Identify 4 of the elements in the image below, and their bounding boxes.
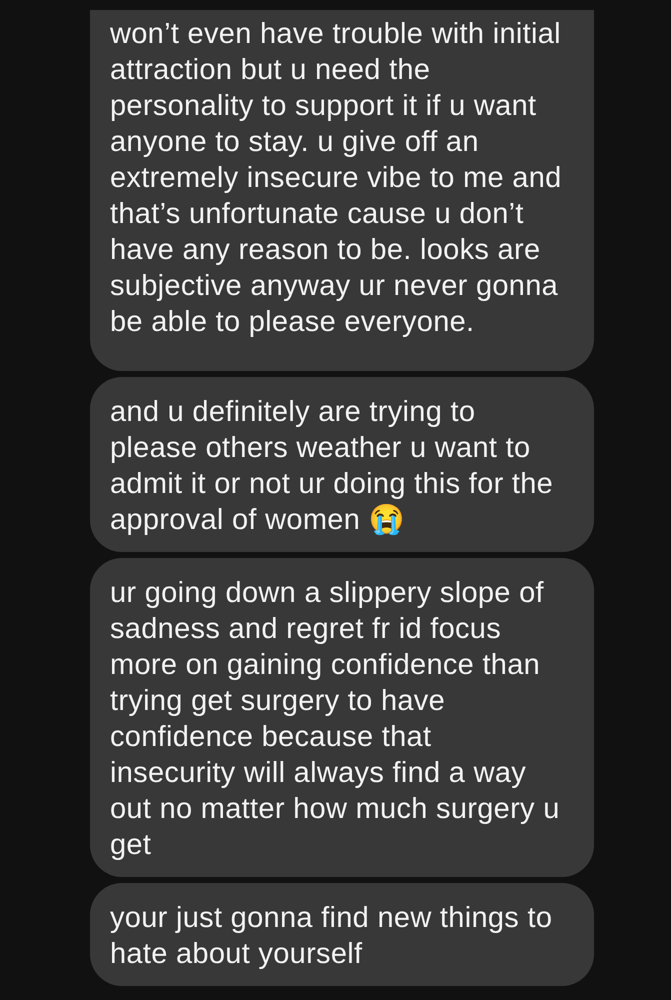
message-text: and u definitely are trying to please others weather u want to admit it or not ur doing this for the approval of women 😭 [110, 396, 554, 536]
message-text: won’t even have trouble with initial attraction but u need the personality to support it if u want anyone to stay. u give off an extremely insecure vibe to me and that’s unfortunate cause u don’t have any reason to be. looks are subjective anyway ur never gonna be able to please everyone. [110, 18, 562, 338]
message-text: ur going down a slippery slope of sadness and regret fr id focus more on gaining confidence than trying get surgery to have confidence because that insecurity will always find a way out no matter how much surgery u get [110, 577, 560, 861]
message-text: your just gonna find new things to hate about yourself [110, 902, 552, 970]
